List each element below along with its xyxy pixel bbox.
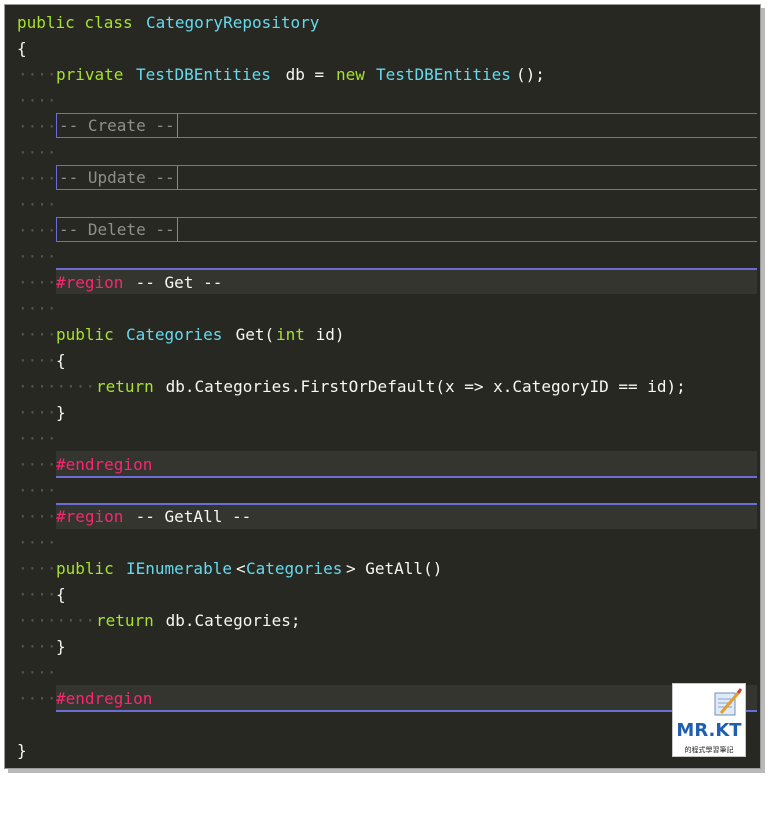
whitespace-dots: ····: [18, 351, 57, 370]
keyword: new: [336, 65, 365, 84]
code-line-brace-open: {: [5, 36, 757, 62]
watermark-subtitle: 的程式學習筆記: [684, 746, 734, 754]
code-editor: -- Create -- -- Update -- -- Delete -- p…: [4, 4, 761, 769]
brace: }: [17, 741, 27, 760]
whitespace-dots: ········: [18, 611, 96, 630]
code-line-blank: ····: [5, 244, 757, 270]
whitespace-dots: ····: [18, 507, 57, 526]
whitespace-dots: ····: [18, 143, 57, 162]
preprocessor-directive: #region: [56, 273, 124, 292]
whitespace-dots: ····: [18, 247, 57, 266]
code-text: <: [236, 559, 246, 578]
method-name: Get(: [226, 325, 275, 344]
keyword: public: [56, 559, 114, 578]
whitespace-dots: ····: [18, 91, 57, 110]
code-line-brace-close: ···· }: [5, 400, 757, 426]
code-line-getall-return: ········ return db.Categories;: [5, 608, 757, 634]
code-line-class: public class CategoryRepository: [5, 10, 757, 36]
watermark-logo: MR.KT 的程式學習筆記: [672, 683, 746, 757]
code-text: db =: [276, 65, 334, 84]
whitespace-dots: ····: [18, 559, 57, 578]
code-line-endregion: ···· #endregion: [5, 452, 757, 478]
keyword: return: [96, 611, 154, 630]
keyword: return: [96, 377, 154, 396]
code-line-getall-signature: ···· public IEnumerable < Categories > G…: [5, 556, 757, 582]
whitespace-dots: ····: [18, 169, 57, 188]
code-line-collapsed: ····: [5, 218, 757, 244]
whitespace-dots: ····: [18, 455, 57, 474]
preprocessor-directive: #endregion: [56, 689, 153, 708]
brace: {: [56, 351, 66, 370]
code-line-field: ···· private TestDBEntities db = new Tes…: [5, 62, 757, 88]
keyword: public: [56, 325, 114, 344]
region-name: -- Get --: [126, 273, 223, 292]
code-line-get-return: ········ return db.Categories.FirstOrDef…: [5, 374, 757, 400]
whitespace-dots: ····: [18, 221, 57, 240]
preprocessor-directive: #endregion: [56, 455, 153, 474]
class-name: CategoryRepository: [146, 13, 320, 32]
whitespace-dots: ····: [18, 273, 57, 292]
type-name: TestDBEntities: [376, 65, 511, 84]
whitespace-dots: ····: [18, 533, 57, 552]
code-line-blank: ····: [5, 296, 757, 322]
code-line-blank: ····: [5, 660, 757, 686]
keyword: int: [276, 325, 305, 344]
code-line-blank: ····: [5, 478, 757, 504]
whitespace-dots: ····: [18, 429, 57, 448]
keyword: public class: [17, 13, 133, 32]
code-line-brace-open: ···· {: [5, 582, 757, 608]
whitespace-dots: ····: [18, 299, 57, 318]
whitespace-dots: ····: [18, 663, 57, 682]
code-line-endregion: ···· #endregion: [5, 686, 757, 712]
whitespace-dots: ········: [18, 377, 96, 396]
code-line-collapsed: ····: [5, 166, 757, 192]
type-name: IEnumerable: [126, 559, 232, 578]
whitespace-dots: ····: [18, 325, 57, 344]
watermark-title: MR.KT: [676, 720, 742, 741]
whitespace-dots: ····: [18, 585, 57, 604]
code-text: db.Categories.FirstOrDefault(x => x.Cate…: [156, 377, 686, 396]
brace: {: [56, 585, 66, 604]
code-line-get-signature: ···· public Categories Get( int id): [5, 322, 757, 348]
region-name: -- GetAll --: [126, 507, 252, 526]
keyword: private: [56, 65, 124, 84]
code-text: db.Categories;: [156, 611, 301, 630]
brace: {: [17, 39, 27, 58]
code-line-region-get: ···· #region -- Get --: [5, 270, 757, 296]
code-line-blank: ····: [5, 192, 757, 218]
whitespace-dots: ····: [18, 689, 57, 708]
code-text: > GetAll(): [346, 559, 443, 578]
whitespace-dots: ····: [18, 65, 57, 84]
preprocessor-directive: #region: [56, 507, 124, 526]
brace: }: [56, 403, 66, 422]
whitespace-dots: ····: [18, 403, 57, 422]
brace: }: [56, 637, 66, 656]
whitespace-dots: ····: [18, 117, 57, 136]
code-line-blank: ····: [5, 426, 757, 452]
type-name: Categories: [126, 325, 223, 344]
code-text: id): [306, 325, 345, 344]
whitespace-dots: ····: [18, 195, 57, 214]
code-line-brace-open: ···· {: [5, 348, 757, 374]
code-line-blank: ····: [5, 140, 757, 166]
code-line-brace-close: ···· }: [5, 634, 757, 660]
code-line-collapsed: ····: [5, 114, 757, 140]
type-name: TestDBEntities: [136, 65, 271, 84]
whitespace-dots: ····: [18, 481, 57, 500]
code-line-blank: ····: [5, 88, 757, 114]
whitespace-dots: ····: [18, 637, 57, 656]
code-line-blank: ····: [5, 530, 757, 556]
code-text: ();: [516, 65, 545, 84]
code-line-region-getall: ···· #region -- GetAll --: [5, 504, 757, 530]
code-line-brace-close: }: [5, 738, 757, 764]
notebook-pencil-icon: [714, 688, 743, 716]
type-name: Categories: [246, 559, 343, 578]
